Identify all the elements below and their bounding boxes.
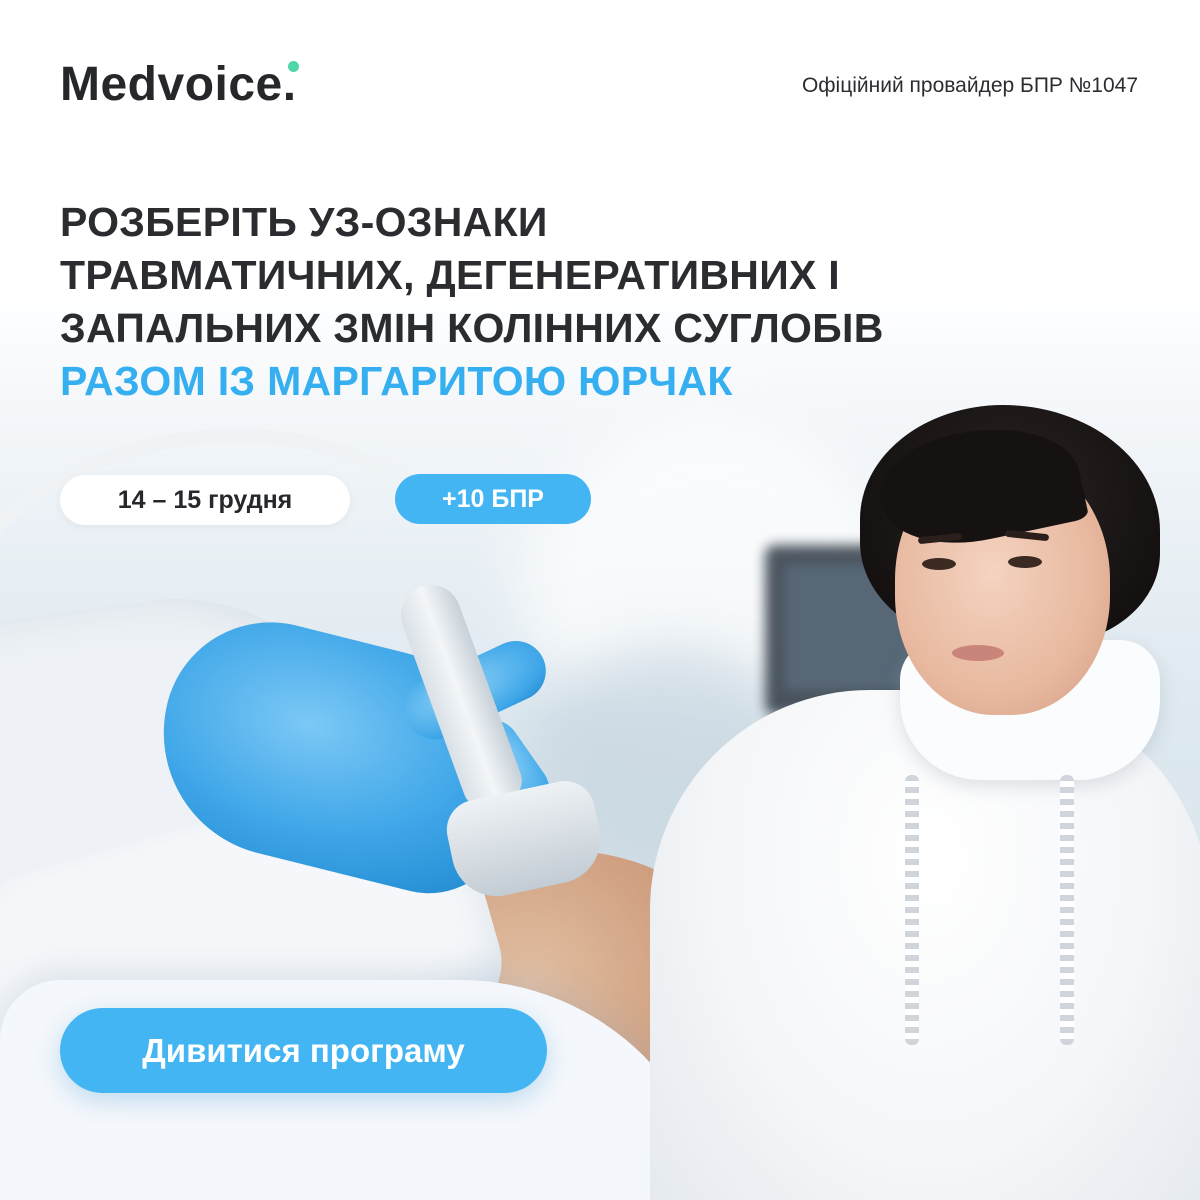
logo-text: Medvoice [60, 58, 283, 111]
headline-line-2: ТРАВМАТИЧНИХ, ДЕГЕНЕРАТИВНИХ І [60, 252, 840, 298]
speaker-lips [952, 645, 1004, 661]
headline-speaker-line: РАЗОМ ІЗ МАРГАРИТОЮ ЮРЧАК [60, 358, 733, 404]
headline-line-3: ЗАПАЛЬНИХ ЗМІН КОЛІННИХ СУГЛОБІВ [60, 305, 884, 351]
provider-note: Офіційний провайдер БПР №1047 [801, 74, 1138, 97]
promo-banner: Medvoice. Офіційний провайдер БПР №1047 … [0, 0, 1200, 1200]
eye-right [1008, 556, 1042, 568]
bpr-points-badge: +10 БПР [395, 474, 591, 524]
logo-dot-icon [288, 61, 299, 72]
view-program-button[interactable]: Дивитися програму [60, 1008, 547, 1093]
date-badge: 14 – 15 грудня [60, 475, 350, 525]
blouse-lace-right [1060, 775, 1074, 1045]
headline-line-1: РОЗБЕРІТЬ УЗ-ОЗНАКИ [60, 199, 548, 245]
eye-left [922, 558, 956, 570]
medvoice-logo[interactable]: Medvoice. [60, 57, 299, 112]
blouse-lace-left [905, 775, 919, 1045]
headline: РОЗБЕРІТЬ УЗ-ОЗНАКИ ТРАВМАТИЧНИХ, ДЕГЕНЕ… [60, 196, 884, 408]
